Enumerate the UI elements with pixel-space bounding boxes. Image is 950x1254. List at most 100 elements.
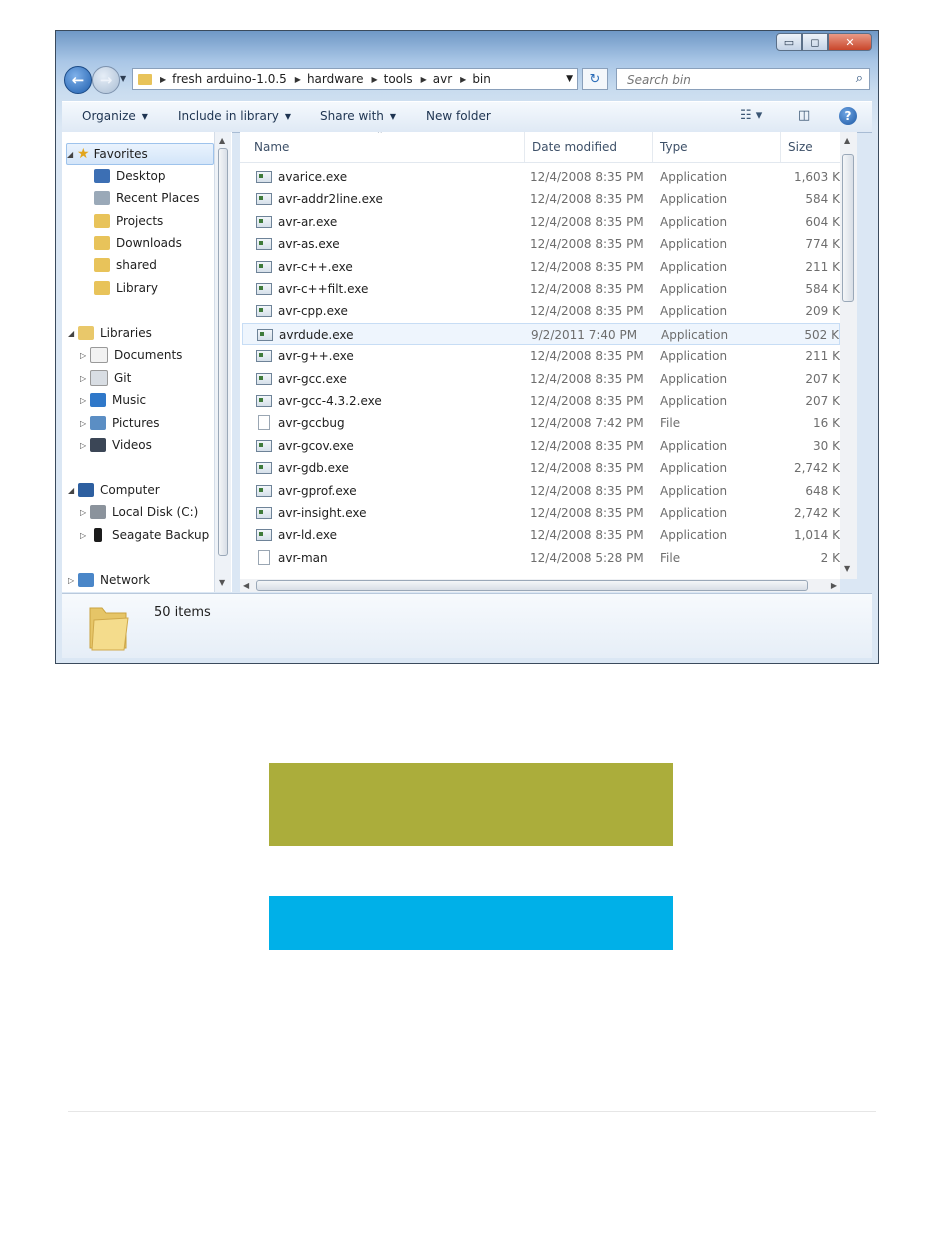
refresh-icon[interactable]: ↻ [582, 68, 608, 90]
file-row[interactable]: avr-ld.exe 12/4/2008 8:35 PM Application 1,… [242, 524, 840, 546]
recent-pages-dropdown[interactable]: ▼ [120, 74, 126, 83]
file-row[interactable]: avr-gcc.exe 12/4/2008 8:35 PM Application 2… [242, 368, 840, 390]
file-row[interactable]: avr-c++filt.exe 12/4/2008 8:35 PM Applicat… [242, 278, 840, 300]
nav-item-videos[interactable]: ▷ Videos [80, 435, 152, 455]
downloads-icon [94, 236, 110, 250]
file-row[interactable]: avr-as.exe 12/4/2008 8:35 PM Application 77… [242, 233, 840, 255]
collapse-icon[interactable]: ▷ [80, 396, 90, 405]
nav-item-seagate-backup[interactable]: ▷ Seagate Backup F [80, 525, 220, 545]
include-in-library-button[interactable]: Include in library ▼ [178, 109, 291, 123]
expand-icon[interactable]: ◢ [68, 486, 78, 495]
file-row[interactable]: avr-c++.exe 12/4/2008 8:35 PM Application 2… [242, 256, 840, 278]
column-header-size[interactable]: Size [788, 140, 813, 154]
search-icon[interactable]: ⌕ [856, 71, 863, 86]
collapse-icon[interactable]: ▷ [80, 351, 90, 360]
nav-item-music[interactable]: ▷ Music [80, 390, 146, 410]
breadcrumb-item[interactable]: ▶ hardware [287, 72, 364, 86]
nav-item-git[interactable]: ▷ Git [80, 368, 131, 388]
file-row[interactable]: avr-gprof.exe 12/4/2008 8:35 PM Applicatio… [242, 480, 840, 502]
column-divider[interactable] [652, 132, 653, 162]
breadcrumb-item[interactable]: ▶ fresh arduino-1.0.5 [152, 72, 287, 86]
nav-item-pictures[interactable]: ▷ Pictures [80, 413, 160, 433]
nav-item-projects[interactable]: Projects [94, 211, 163, 231]
nav-label: Recent Places [116, 191, 200, 205]
scroll-down-icon[interactable]: ▼ [844, 564, 850, 573]
collapse-icon[interactable]: ▷ [80, 374, 90, 383]
share-with-button[interactable]: Share with ▼ [320, 109, 396, 123]
file-row[interactable]: avr-g++.exe 12/4/2008 8:35 PM Application 2… [242, 345, 840, 367]
preview-pane-icon[interactable]: ◫ [798, 108, 810, 123]
file-name: avr-gprof.exe [278, 483, 357, 498]
file-row[interactable]: avr-insight.exe 12/4/2008 8:35 PM Applicat… [242, 502, 840, 524]
scroll-thumb[interactable] [842, 154, 854, 302]
application-icon [256, 171, 272, 183]
scroll-left-icon[interactable]: ◀ [243, 581, 249, 590]
scroll-thumb[interactable] [218, 148, 228, 556]
column-header-type[interactable]: Type [660, 140, 688, 154]
organize-button[interactable]: Organize ▼ [82, 109, 148, 123]
nav-item-desktop[interactable]: Desktop [94, 166, 166, 186]
column-divider[interactable] [780, 132, 781, 162]
scroll-up-icon[interactable]: ▲ [844, 136, 850, 145]
address-dropdown[interactable]: ▼ [566, 74, 573, 84]
file-row[interactable]: avr-gcov.exe 12/4/2008 8:35 PM Application… [242, 435, 840, 457]
collapse-icon[interactable]: ▷ [80, 508, 90, 517]
file-row[interactable]: avr-gccbug 12/4/2008 7:42 PM File 16 K [242, 412, 840, 434]
views-icon[interactable]: ☷ ▾ [740, 108, 762, 123]
file-row[interactable]: avrdude.exe 9/2/2011 7:40 PM Application 50… [242, 322, 840, 345]
file-row[interactable]: avr-man 12/4/2008 5:28 PM File 2 K [242, 547, 840, 569]
nav-label: Desktop [116, 169, 166, 183]
collapse-icon[interactable]: ▷ [80, 441, 90, 450]
close-button[interactable]: ✕ [828, 33, 872, 51]
file-row[interactable]: avr-gcc-4.3.2.exe 12/4/2008 8:35 PM Applic… [242, 390, 840, 412]
nav-item-computer[interactable]: ◢ Computer [68, 480, 160, 500]
application-icon [256, 260, 272, 273]
nav-item-library[interactable]: Library [94, 278, 158, 298]
collapse-icon[interactable]: ▷ [68, 576, 78, 585]
file-size: 1,014 K [793, 528, 840, 543]
file-row[interactable]: avr-ar.exe 12/4/2008 8:35 PM Application 60… [242, 211, 840, 233]
file-list-horizontal-scrollbar[interactable]: ◀ ▶ [240, 579, 840, 592]
nav-item-libraries[interactable]: ◢ Libraries [68, 323, 152, 343]
file-row[interactable]: avarice.exe 12/4/2008 8:35 PM Application 1… [242, 166, 840, 188]
nav-item-network[interactable]: ▷ Network [68, 570, 150, 590]
breadcrumb-item[interactable]: ▶ tools [363, 72, 412, 86]
breadcrumb-item[interactable]: ▶ bin [452, 72, 491, 86]
breadcrumb-item[interactable]: ▶ avr [413, 72, 453, 86]
nav-item-documents[interactable]: ▷ Documents [80, 345, 182, 365]
application-icon [256, 238, 272, 251]
column-header-date[interactable]: Date modified [532, 140, 617, 154]
nav-item-local-disk[interactable]: ▷ Local Disk (C:) [80, 502, 198, 522]
help-icon[interactable]: ? [839, 107, 857, 125]
column-divider[interactable] [524, 132, 525, 162]
file-row[interactable]: avr-addr2line.exe 12/4/2008 8:35 PM Applic… [242, 188, 840, 210]
forward-arrow-icon[interactable]: → [92, 66, 120, 94]
file-row[interactable]: avr-gdb.exe 12/4/2008 8:35 PM Application 2… [242, 457, 840, 479]
scroll-up-icon[interactable]: ▲ [219, 136, 225, 145]
collapse-icon[interactable]: ▷ [80, 531, 90, 540]
nav-item-recent-places[interactable]: Recent Places [94, 188, 199, 208]
folder-icon [94, 258, 110, 272]
maximize-button[interactable]: ◻ [802, 33, 828, 51]
search-input[interactable] [625, 70, 839, 90]
expand-icon[interactable]: ◢ [67, 150, 77, 159]
nav-item-downloads[interactable]: Downloads [94, 233, 182, 253]
expand-icon[interactable]: ◢ [68, 329, 78, 338]
file-list-vertical-scrollbar[interactable]: ▲ ▼ [840, 132, 857, 579]
column-headers: ⌃ Name Date modified Type Size [240, 132, 840, 163]
file-row[interactable]: avr-cpp.exe 12/4/2008 8:35 PM Application 2… [242, 300, 840, 322]
file-name: avr-gdb.exe [278, 461, 349, 476]
collapse-icon[interactable]: ▷ [80, 419, 90, 428]
new-folder-button[interactable]: New folder [426, 109, 491, 123]
back-arrow-icon[interactable]: ← [64, 66, 92, 94]
address-bar[interactable]: ▶ fresh arduino-1.0.5 ▶ hardware ▶ tools ▶ a… [132, 68, 578, 90]
scroll-down-icon[interactable]: ▼ [219, 578, 225, 587]
scroll-thumb[interactable] [256, 580, 808, 591]
nav-pane-scrollbar[interactable]: ▲ ▼ [214, 132, 231, 592]
file-size: 2 K [820, 550, 840, 565]
nav-item-favorites[interactable]: ◢ ★ Favorites [66, 143, 214, 165]
column-header-name[interactable]: Name [254, 140, 289, 154]
scroll-right-icon[interactable]: ▶ [831, 581, 837, 590]
minimize-button[interactable]: ▭ [776, 33, 802, 51]
nav-item-shared[interactable]: shared [94, 255, 157, 275]
